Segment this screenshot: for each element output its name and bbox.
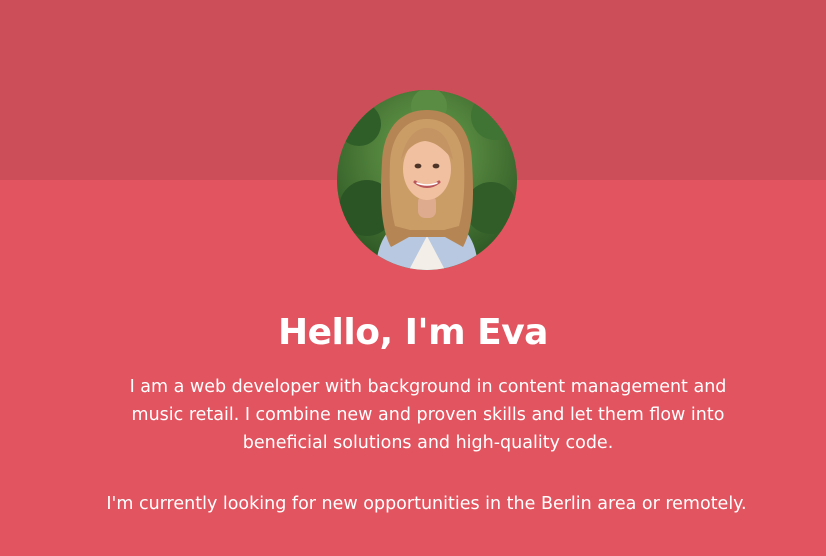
profile-photo <box>337 90 517 270</box>
page-title: Hello, I'm Eva <box>278 312 548 353</box>
intro-text: I am a web developer with background in … <box>129 377 727 453</box>
availability-text: I'm currently looking for new opportunit… <box>106 494 747 514</box>
